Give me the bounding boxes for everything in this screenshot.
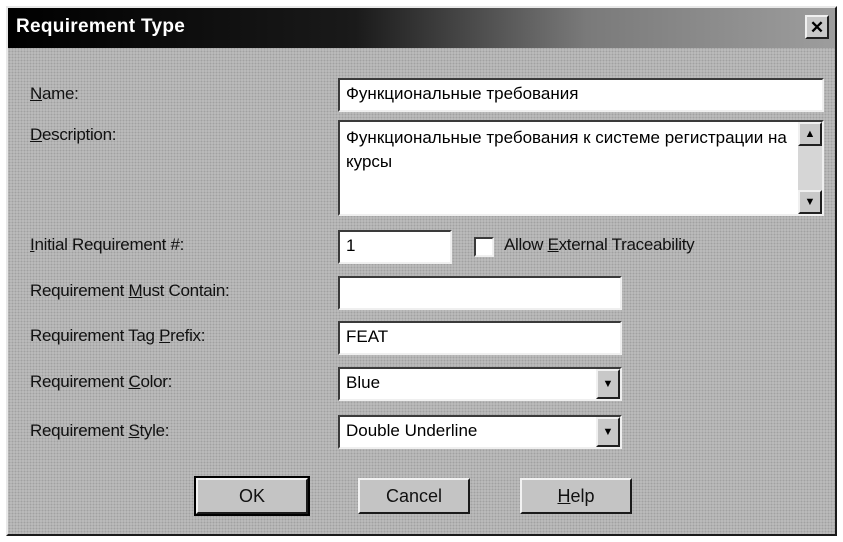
style-selected-value: Double Underline: [346, 421, 478, 440]
name-label: Name:: [30, 84, 79, 103]
tag-prefix-input[interactable]: FEAT: [338, 321, 622, 355]
scroll-up-button[interactable]: ▲: [798, 122, 822, 146]
color-label: Requirement Color:: [30, 372, 173, 391]
tag-prefix-label: Requirement Tag Prefix:: [30, 326, 206, 345]
description-scrollbar[interactable]: ▲ ▼: [798, 122, 822, 214]
chevron-down-icon: ▼: [602, 378, 614, 390]
requirement-type-dialog: Requirement Type ✕ Name: Функциональные …: [6, 6, 837, 536]
initial-requirement-label: Initial Requirement #:: [30, 235, 185, 254]
dialog-title: Requirement Type: [16, 16, 186, 37]
allow-external-traceability-label[interactable]: Allow External Traceability: [504, 235, 695, 255]
close-button[interactable]: ✕: [805, 15, 829, 39]
initial-requirement-input[interactable]: 1: [338, 230, 452, 264]
cancel-button-label: Cancel: [385, 485, 443, 506]
style-dropdown-button[interactable]: ▼: [596, 417, 620, 447]
cancel-button[interactable]: Cancel: [358, 478, 470, 514]
help-button[interactable]: Help: [520, 478, 632, 514]
title-bar[interactable]: Requirement Type ✕: [8, 8, 835, 48]
style-label: Requirement Style:: [30, 421, 170, 440]
color-dropdown-button[interactable]: ▼: [596, 369, 620, 399]
close-icon: ✕: [809, 17, 825, 37]
ok-button-label: OK: [238, 485, 265, 506]
help-button-label: Help: [557, 485, 595, 506]
must-contain-label: Requirement Must Contain:: [30, 281, 230, 300]
color-select[interactable]: Blue ▼: [338, 367, 622, 401]
must-contain-input[interactable]: [338, 276, 622, 310]
style-select[interactable]: Double Underline ▼: [338, 415, 622, 449]
description-label: Description:: [30, 125, 117, 144]
ok-button[interactable]: OK: [194, 476, 310, 516]
allow-external-traceability-checkbox[interactable]: [474, 237, 494, 257]
chevron-down-icon: ▼: [602, 426, 614, 438]
description-textarea[interactable]: Функциональные требования к системе реги…: [338, 120, 824, 216]
description-text: Функциональные требования к системе реги…: [346, 128, 787, 171]
scroll-down-button[interactable]: ▼: [798, 190, 822, 214]
color-selected-value: Blue: [346, 373, 381, 392]
up-arrow-icon: ▲: [804, 128, 816, 140]
down-arrow-icon: ▼: [804, 196, 816, 208]
name-input[interactable]: Функциональные требования: [338, 78, 824, 112]
